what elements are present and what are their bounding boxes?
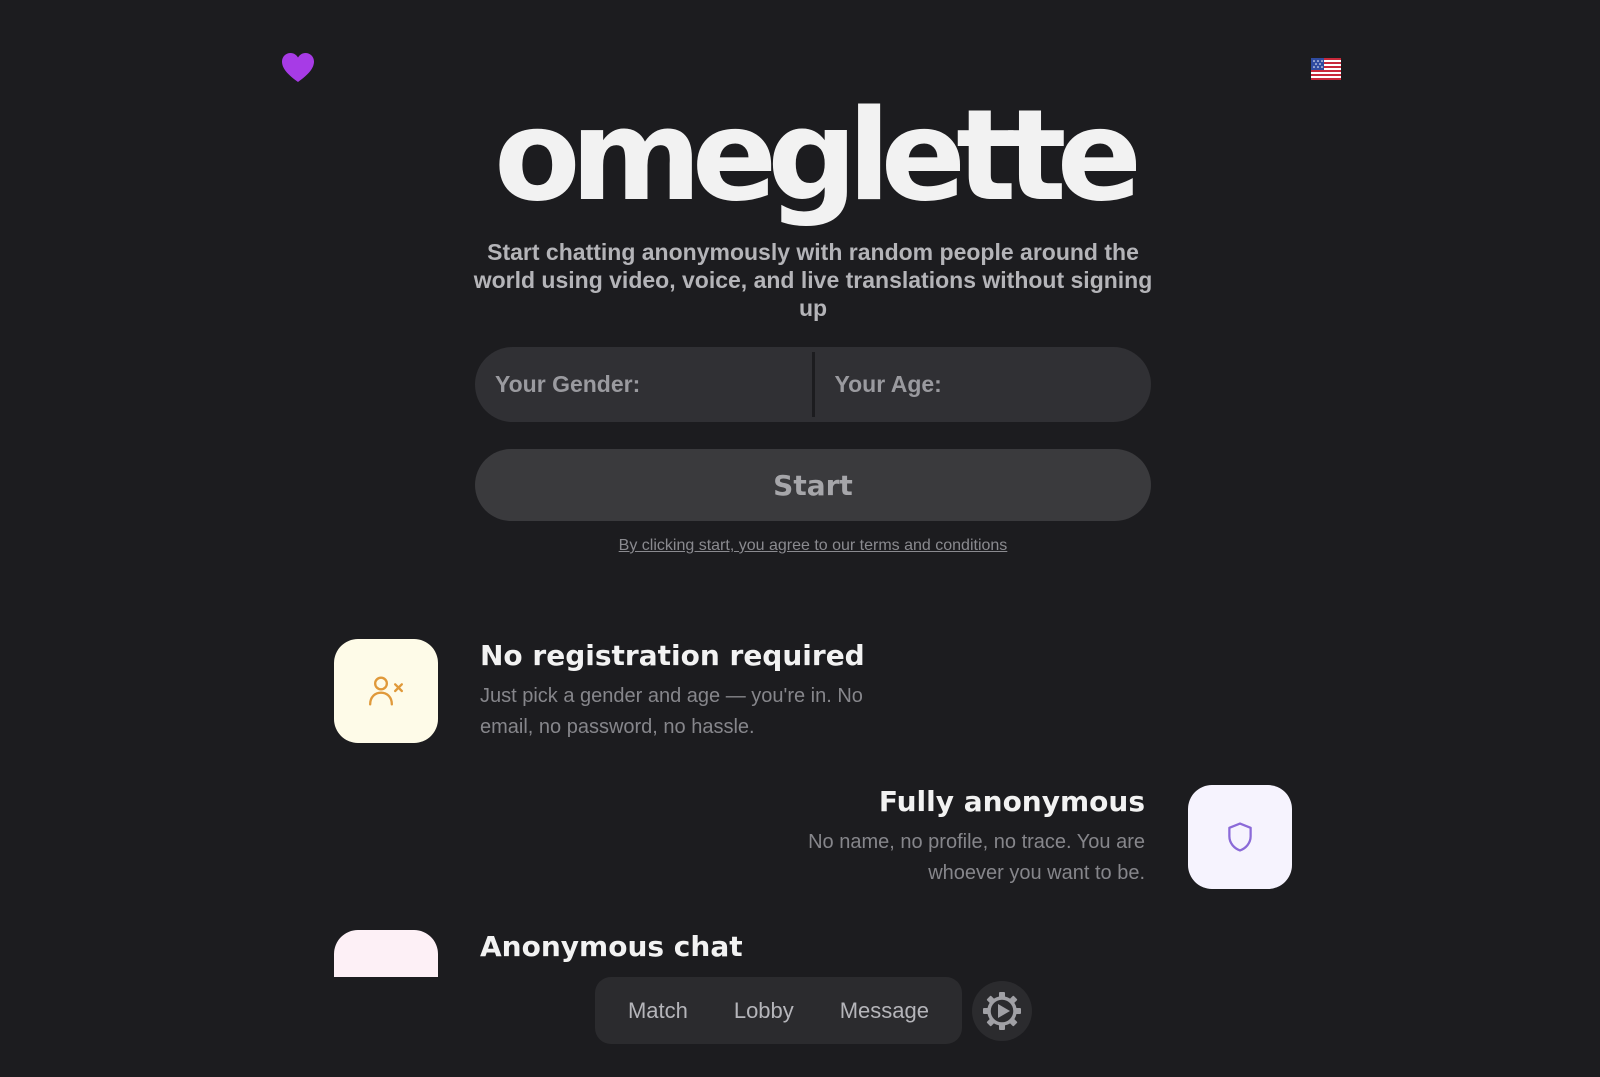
settings-button[interactable] [972, 981, 1032, 1041]
start-button[interactable]: Start [475, 449, 1151, 521]
gear-icon [983, 992, 1021, 1030]
tagline: Start chatting anonymously with random p… [473, 239, 1153, 321]
nav-message[interactable]: Message [834, 990, 935, 1032]
feature-title: Anonymous chat [480, 930, 743, 963]
feature-title: No registration required [480, 639, 865, 672]
logo: omeglette [493, 82, 1142, 229]
page: omeglette Start chatting anonymously wit… [0, 0, 1600, 1077]
age-select[interactable]: Your Age: [815, 347, 1152, 422]
shield-icon [1188, 785, 1292, 889]
scroll-content: omeglette Start chatting anonymously wit… [0, 0, 1600, 977]
nav-match[interactable]: Match [622, 990, 694, 1032]
profile-selector: Your Gender: Your Age: [475, 347, 1151, 422]
user-x-icon [334, 639, 438, 743]
feature-description: No name, no profile, no trace. You are w… [808, 831, 1145, 884]
feature-title: Fully anonymous [878, 785, 1145, 818]
nav-lobby[interactable]: Lobby [728, 990, 800, 1032]
bottom-nav: Match Lobby Message [595, 977, 962, 1044]
chat-icon [334, 930, 438, 977]
terms-link[interactable]: By clicking start, you agree to our term… [475, 537, 1151, 555]
gender-select[interactable]: Your Gender: [475, 347, 812, 422]
feature-description: Just pick a gender and age — you're in. … [480, 685, 863, 738]
